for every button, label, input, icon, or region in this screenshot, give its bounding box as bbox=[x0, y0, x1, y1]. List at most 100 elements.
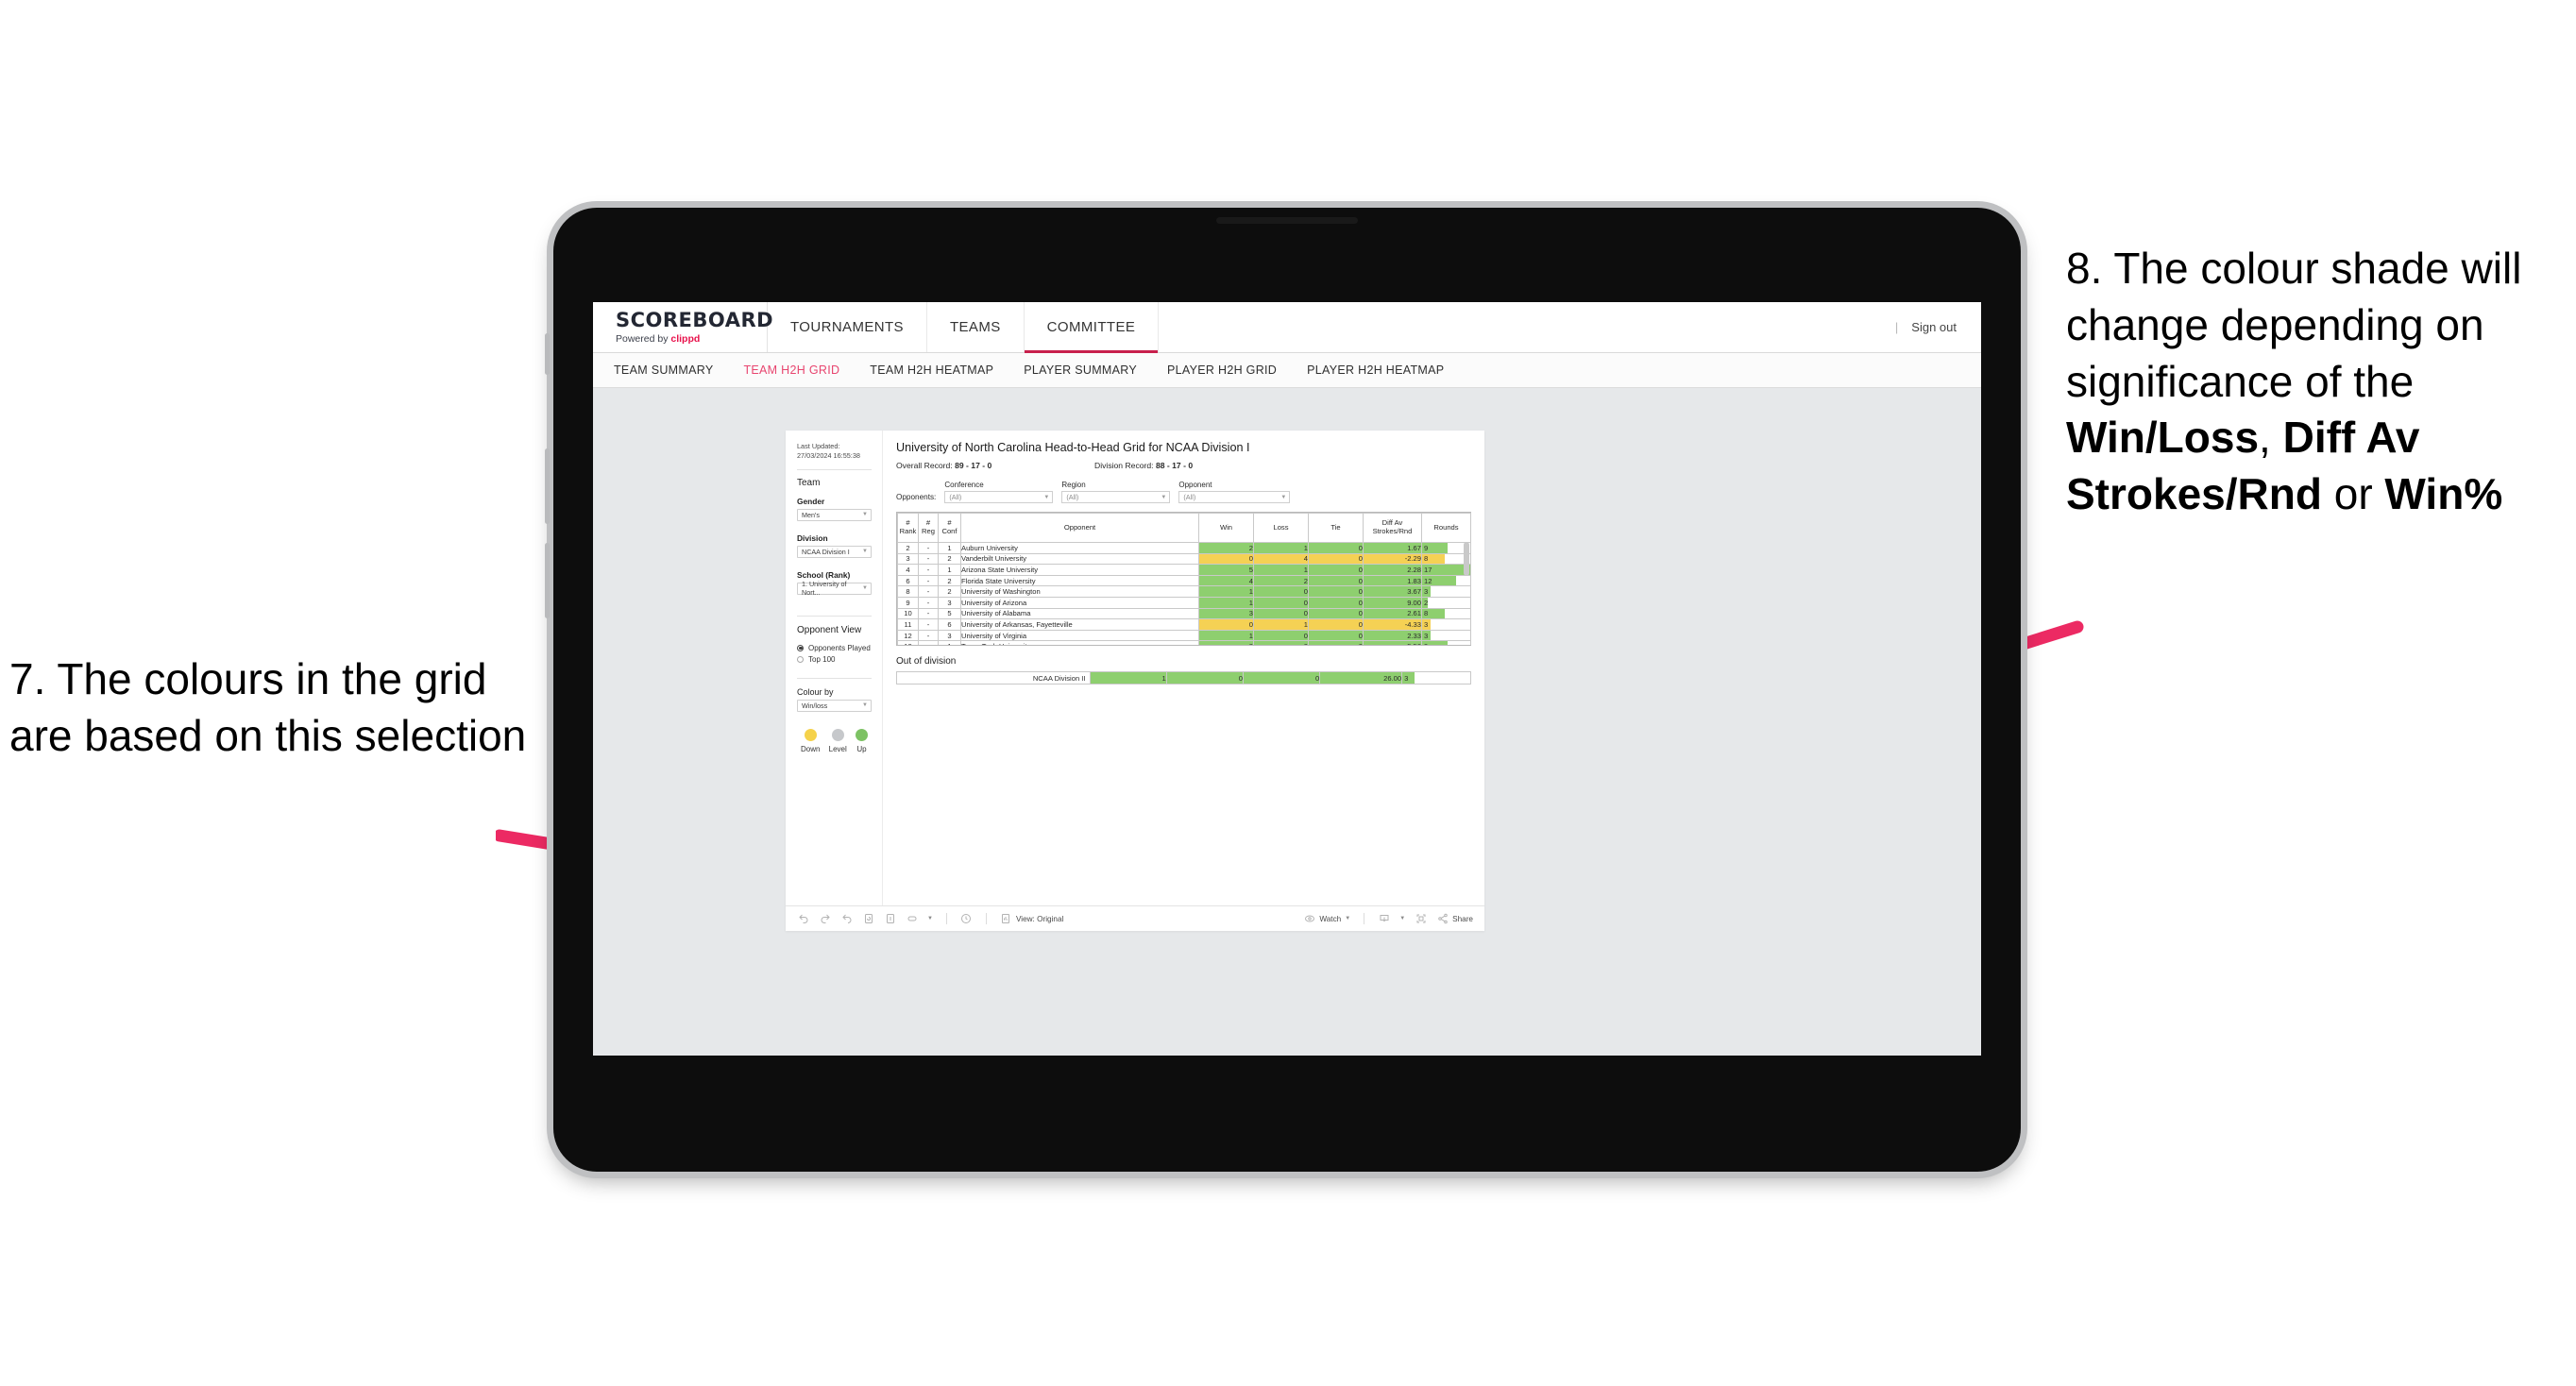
revert-icon[interactable] bbox=[840, 913, 853, 925]
nav-item-teams[interactable]: TEAMS bbox=[927, 302, 1025, 352]
undo-icon[interactable] bbox=[797, 913, 809, 925]
table-row[interactable]: 13-1Texas Tech University3005.569 bbox=[897, 640, 1471, 645]
cell-opponent: NCAA Division II bbox=[896, 671, 1091, 685]
cell-tie: 0 bbox=[1308, 618, 1364, 631]
cell-diff-av-strokes: 2.33 bbox=[1363, 629, 1422, 642]
cell-tie: 0 bbox=[1308, 629, 1364, 642]
records-row: Overall Record: 89 - 17 - 0 Division Rec… bbox=[896, 461, 1471, 470]
nav-item-committee[interactable]: COMMITTEE bbox=[1024, 302, 1160, 353]
radio-opponents-played[interactable]: Opponents Played bbox=[797, 644, 872, 652]
col-loss[interactable]: Loss bbox=[1253, 513, 1309, 543]
cell-rounds: 3 bbox=[1421, 629, 1471, 642]
bottom-toolbar: ▼ View: Original Watch ▼ ▼ Share bbox=[786, 905, 1484, 931]
cell-opponent: University of Virginia bbox=[960, 629, 1199, 642]
pause-updates-icon[interactable] bbox=[884, 913, 896, 925]
download-icon[interactable] bbox=[1378, 913, 1390, 925]
tab-player-summary[interactable]: PLAYER SUMMARY bbox=[1024, 363, 1137, 377]
tablet-device: SCOREBOARD Powered by clippd TOURNAMENTS… bbox=[545, 208, 2021, 1172]
table-row[interactable]: 9-3 University of Arizona 1 0 0 9.00 2 bbox=[897, 596, 1471, 609]
col-opponent[interactable]: Opponent bbox=[960, 513, 1199, 543]
legend-label-level: Level bbox=[828, 744, 847, 753]
cell-conf: 1 bbox=[938, 564, 961, 576]
pause-auto-update-icon[interactable] bbox=[960, 913, 973, 925]
table-row[interactable]: 12-3 University of Virginia 1 0 0 2.33 3 bbox=[897, 629, 1471, 642]
cell-reg: - bbox=[918, 629, 939, 642]
view-original-button[interactable]: View: Original bbox=[1000, 913, 1063, 925]
division-select[interactable]: NCAA Division I ▼ bbox=[797, 545, 872, 558]
cell-win: 2 bbox=[1198, 542, 1254, 554]
table-row[interactable]: 8-2 University of Washington 1 0 0 3.67 3 bbox=[897, 585, 1471, 598]
table-row[interactable]: 10-5 University of Alabama 3 0 0 2.61 8 bbox=[897, 607, 1471, 620]
col-reg[interactable]: # Reg bbox=[918, 513, 939, 543]
table-row[interactable]: 6-2 Florida State University 4 2 0 1.83 12 bbox=[897, 574, 1471, 587]
brand-logo[interactable]: SCOREBOARD Powered by clippd bbox=[593, 302, 773, 352]
colour-by-select[interactable]: Win/loss ▼ bbox=[797, 699, 872, 712]
cell-diff-av-strokes: 2.61 bbox=[1363, 607, 1422, 620]
cell-loss: 0 bbox=[1253, 596, 1309, 609]
cell-win: 4 bbox=[1198, 574, 1254, 587]
tab-team-summary[interactable]: TEAM SUMMARY bbox=[614, 363, 713, 377]
cell-conf: 5 bbox=[938, 607, 961, 620]
tab-team-h2h-heatmap[interactable]: TEAM H2H HEATMAP bbox=[870, 363, 993, 377]
reset-icon[interactable] bbox=[906, 913, 918, 925]
redo-icon[interactable] bbox=[819, 913, 831, 925]
chevron-down-icon[interactable]: ▼ bbox=[1399, 916, 1405, 921]
school-select[interactable]: 1. University of Nort... ▼ bbox=[797, 580, 872, 597]
overall-record: Overall Record: 89 - 17 - 0 bbox=[896, 461, 1094, 470]
tab-team-h2h-grid[interactable]: TEAM H2H GRID bbox=[743, 363, 839, 377]
cell-diff-av-strokes: 1.67 bbox=[1363, 542, 1422, 554]
nav-item-tournaments[interactable]: TOURNAMENTS bbox=[768, 302, 927, 352]
col-diff-av-strokes[interactable]: Diff Av Strokes/Rnd bbox=[1363, 513, 1422, 543]
brand-sub-accent: clippd bbox=[670, 332, 701, 345]
tab-player-h2h-grid[interactable]: PLAYER H2H GRID bbox=[1167, 363, 1277, 377]
share-button[interactable]: Share bbox=[1436, 913, 1473, 925]
cell-diff-av-strokes: 26.00 bbox=[1319, 671, 1403, 685]
table-row[interactable]: 4-1 Arizona State University 5 1 0 2.28 17 bbox=[897, 564, 1471, 576]
divider bbox=[797, 468, 872, 470]
tablet-screen: SCOREBOARD Powered by clippd TOURNAMENTS… bbox=[593, 302, 1981, 1056]
gender-select[interactable]: Men's ▼ bbox=[797, 508, 872, 521]
divider bbox=[797, 615, 872, 617]
watch-button[interactable]: Watch ▼ bbox=[1303, 913, 1350, 925]
col-rounds[interactable]: Rounds bbox=[1421, 513, 1471, 543]
cell-diff-av-strokes: 5.56 bbox=[1363, 640, 1422, 645]
sign-out-area[interactable]: | Sign out bbox=[1895, 302, 1981, 352]
cell-tie: 0 bbox=[1308, 640, 1364, 645]
col-win[interactable]: Win bbox=[1198, 513, 1254, 543]
gender-label: Gender bbox=[797, 496, 825, 506]
vertical-scrollbar[interactable] bbox=[1464, 542, 1469, 576]
chevron-down-icon[interactable]: ▼ bbox=[927, 916, 933, 921]
volume-down-button[interactable] bbox=[545, 543, 550, 618]
h2h-grid-table-wrapper[interactable]: # Rank # Reg # Conf Opponent Win Loss Tie D… bbox=[896, 512, 1471, 646]
opponent-select[interactable]: (All) ▼ bbox=[1178, 491, 1291, 503]
cell-win: 5 bbox=[1198, 564, 1254, 576]
col-tie[interactable]: Tie bbox=[1308, 513, 1364, 543]
cell-rounds: 3 bbox=[1401, 671, 1471, 685]
header-row: # Rank # Reg # Conf Opponent Win Loss Tie D… bbox=[897, 513, 1471, 543]
colour-by-label: Colour by bbox=[797, 686, 834, 697]
legend-dot-level-icon bbox=[831, 728, 844, 741]
table-row[interactable]: 2-1 Auburn University 2 1 0 1.67 9 bbox=[897, 542, 1471, 554]
col-conf[interactable]: # Conf bbox=[938, 513, 961, 543]
opponent-filter-caption: Opponent bbox=[1178, 481, 1212, 489]
radio-top-100[interactable]: Top 100 bbox=[797, 655, 872, 664]
tab-player-h2h-heatmap[interactable]: PLAYER H2H HEATMAP bbox=[1307, 363, 1444, 377]
table-row[interactable]: 11-6 University of Arkansas, Fayetteville… bbox=[897, 618, 1471, 631]
conference-select[interactable]: (All) ▼ bbox=[944, 491, 1054, 503]
opponent-value: (All) bbox=[1183, 493, 1196, 501]
legend-label-down: Down bbox=[801, 744, 821, 753]
volume-up-button[interactable] bbox=[545, 448, 550, 524]
refresh-data-icon[interactable] bbox=[862, 913, 874, 925]
out-of-division-row[interactable]: NCAA Division II 1 0 0 26.00 3 bbox=[896, 671, 1471, 685]
fullscreen-icon[interactable] bbox=[1415, 913, 1427, 925]
cell-tie: 0 bbox=[1308, 564, 1364, 576]
cell-win: 1 bbox=[1198, 629, 1254, 642]
col-rank[interactable]: # Rank bbox=[897, 513, 919, 543]
table-row[interactable]: 3-2 Vanderbilt University 0 4 0 -2.29 8 bbox=[897, 552, 1471, 566]
power-button[interactable] bbox=[545, 333, 550, 375]
sign-out-label[interactable]: Sign out bbox=[1911, 320, 1957, 334]
region-select[interactable]: (All) ▼ bbox=[1061, 491, 1171, 503]
cell-opponent: Vanderbilt University bbox=[960, 552, 1199, 566]
